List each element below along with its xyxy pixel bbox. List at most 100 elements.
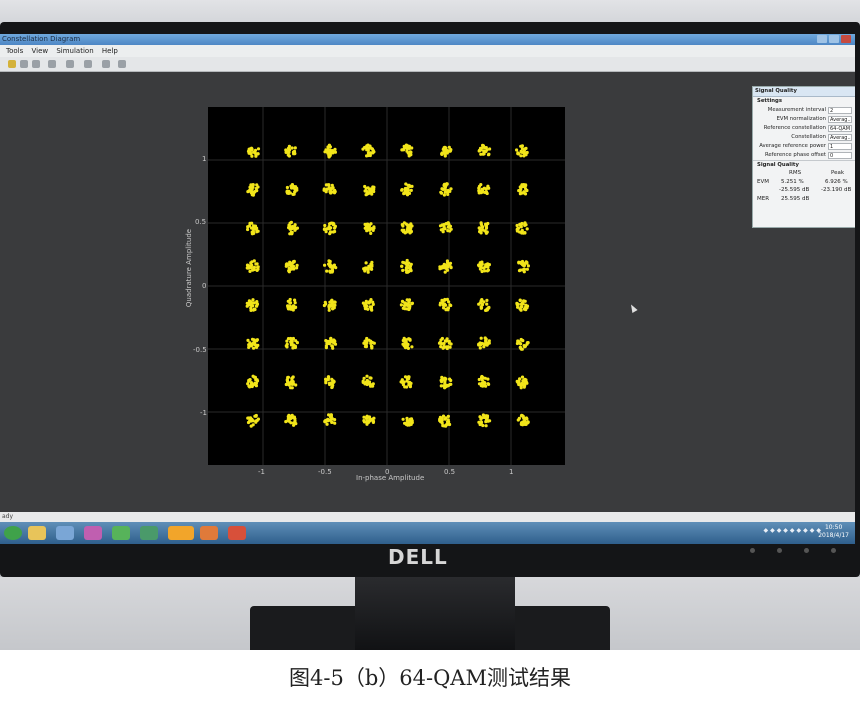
setting-value[interactable]: 0	[828, 152, 852, 159]
setting-value[interactable]: 1	[828, 143, 852, 150]
stop-icon[interactable]	[32, 60, 40, 68]
taskbar-clock[interactable]: 10:50 2018/4/17	[818, 524, 849, 540]
constellation-cluster	[401, 336, 414, 350]
constellation-point	[322, 227, 326, 231]
constellation-point	[406, 146, 410, 150]
window-titlebar[interactable]: Constellation Diagram	[0, 34, 855, 45]
document-icon[interactable]	[56, 526, 74, 540]
app-icon[interactable]	[200, 526, 218, 540]
constellation-point	[524, 416, 528, 420]
menu-tools[interactable]: Tools	[6, 45, 23, 57]
constellation-cluster	[517, 183, 529, 196]
constellation-point	[408, 337, 412, 342]
constellation-point	[446, 190, 450, 194]
menu-view[interactable]: View	[31, 45, 48, 57]
constellation-cluster	[439, 182, 453, 197]
minimize-button[interactable]	[817, 35, 827, 43]
run-icon[interactable]	[8, 60, 16, 68]
constellation-point	[439, 378, 443, 383]
status-bar: ady	[0, 512, 855, 522]
y-tick-label: -1	[200, 409, 207, 417]
constellation-point	[518, 192, 522, 196]
constellation-point	[478, 346, 482, 350]
undo-icon[interactable]	[48, 60, 56, 68]
constellation-point	[363, 344, 367, 349]
evm-rms-db: -25.595 dB	[779, 187, 810, 193]
setting-value[interactable]: Averag...	[828, 134, 852, 141]
y-tick-label: 1	[202, 155, 207, 163]
constellation-point	[333, 421, 337, 425]
constellation-point	[515, 302, 519, 306]
pan-icon[interactable]	[84, 60, 92, 68]
constellation-point	[448, 345, 452, 349]
constellation-point	[525, 267, 529, 271]
constellation-point	[517, 152, 521, 156]
constellation-point	[477, 226, 481, 230]
matlab-icon[interactable]	[228, 526, 246, 540]
constellation-point	[520, 150, 524, 154]
constellation-point	[372, 416, 376, 420]
constellation-point	[246, 416, 250, 420]
constellation-cluster	[284, 336, 299, 350]
constellation-point	[366, 270, 370, 274]
constellation-point	[288, 225, 292, 229]
app-icon[interactable]	[112, 526, 130, 540]
close-button[interactable]	[841, 35, 851, 43]
constellation-cluster	[286, 297, 298, 312]
constellation-point	[485, 230, 489, 234]
constellation-point	[403, 421, 407, 425]
system-tray[interactable]: ◆◆◆◆◆◆◆◆◆	[763, 527, 823, 534]
constellation-point	[371, 228, 375, 232]
constellation-point	[369, 146, 373, 150]
evm-peak: 6.926 %	[825, 179, 848, 185]
rms-header: RMS	[789, 170, 802, 176]
menu-help[interactable]: Help	[102, 45, 118, 57]
constellation-point	[284, 420, 288, 424]
constellation-cluster	[517, 259, 530, 274]
constellation-point	[438, 303, 442, 307]
folder-icon[interactable]	[168, 526, 194, 540]
constellation-point	[405, 303, 409, 307]
constellation-point	[365, 267, 369, 271]
constellation-point	[291, 308, 295, 312]
constellation-point	[518, 298, 522, 303]
constellation-point	[481, 190, 485, 194]
constellation-point	[402, 148, 406, 152]
constellation-point	[369, 306, 373, 310]
constellation-point	[408, 385, 412, 389]
autoscale-icon[interactable]	[102, 60, 110, 68]
maximize-button[interactable]	[829, 35, 839, 43]
zoom-icon[interactable]	[66, 60, 74, 68]
media-icon[interactable]	[84, 526, 102, 540]
constellation-point	[484, 424, 488, 428]
evm-label: EVM	[757, 179, 769, 185]
constellation-point	[485, 308, 489, 312]
constellation-point	[327, 308, 331, 312]
constellation-point	[294, 383, 298, 387]
constellation-point	[330, 183, 334, 187]
y-tick-label: -0.5	[193, 346, 207, 354]
app-icon[interactable]	[140, 526, 158, 540]
folder-icon[interactable]	[28, 526, 46, 540]
window-controls	[817, 35, 851, 43]
constellation-point	[329, 381, 333, 385]
step-icon[interactable]	[20, 60, 28, 68]
constellation-point	[484, 222, 488, 226]
constellation-point	[442, 183, 446, 187]
quality-header[interactable]: Signal Quality	[753, 160, 855, 170]
setting-value[interactable]: Averag...	[828, 116, 852, 123]
constellation-point	[449, 227, 453, 231]
constellation-point	[525, 260, 529, 265]
measure-icon[interactable]	[118, 60, 126, 68]
constellation-point	[363, 226, 367, 230]
menu-simulation[interactable]: Simulation	[56, 45, 93, 57]
constellation-point	[522, 183, 526, 187]
start-button-icon[interactable]	[4, 526, 22, 540]
setting-value[interactable]: 2	[828, 107, 852, 114]
constellation-point	[437, 341, 442, 345]
constellation-point	[406, 342, 410, 346]
constellation-point	[290, 146, 294, 150]
constellation-point	[371, 302, 375, 306]
settings-header[interactable]: Settings	[753, 97, 855, 106]
setting-value[interactable]: 64-QAM	[828, 125, 852, 132]
